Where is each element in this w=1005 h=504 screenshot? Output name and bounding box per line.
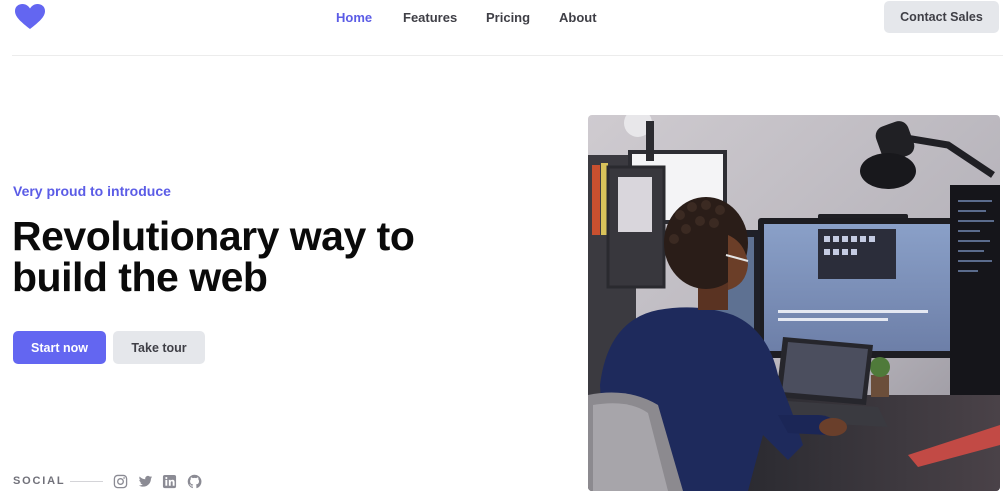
hero-image [588,115,1000,491]
hero-headline: Revolutionary way to build the web [12,216,452,298]
hero-headline-line-2: build the web [12,254,268,300]
nav-link-features[interactable]: Features [403,9,457,27]
hero-eyebrow: Very proud to introduce [13,183,171,199]
header-divider [12,55,1003,56]
hero-headline-line-1: Revolutionary way to [12,213,415,259]
nav-link-home[interactable]: Home [336,9,372,27]
twitter-icon[interactable] [138,474,153,489]
take-tour-button[interactable]: Take tour [113,331,205,364]
nav-link-pricing[interactable]: Pricing [486,9,530,27]
nav-link-about[interactable]: About [559,9,597,27]
linkedin-icon[interactable] [162,474,177,489]
github-icon[interactable] [187,474,202,489]
main-nav: Home Features Pricing About [0,9,1005,27]
social-divider [70,481,103,482]
contact-sales-button[interactable]: Contact Sales [884,1,999,33]
start-now-button[interactable]: Start now [13,331,106,364]
instagram-icon[interactable] [113,474,128,489]
social-label: SOCIAL [13,475,66,487]
